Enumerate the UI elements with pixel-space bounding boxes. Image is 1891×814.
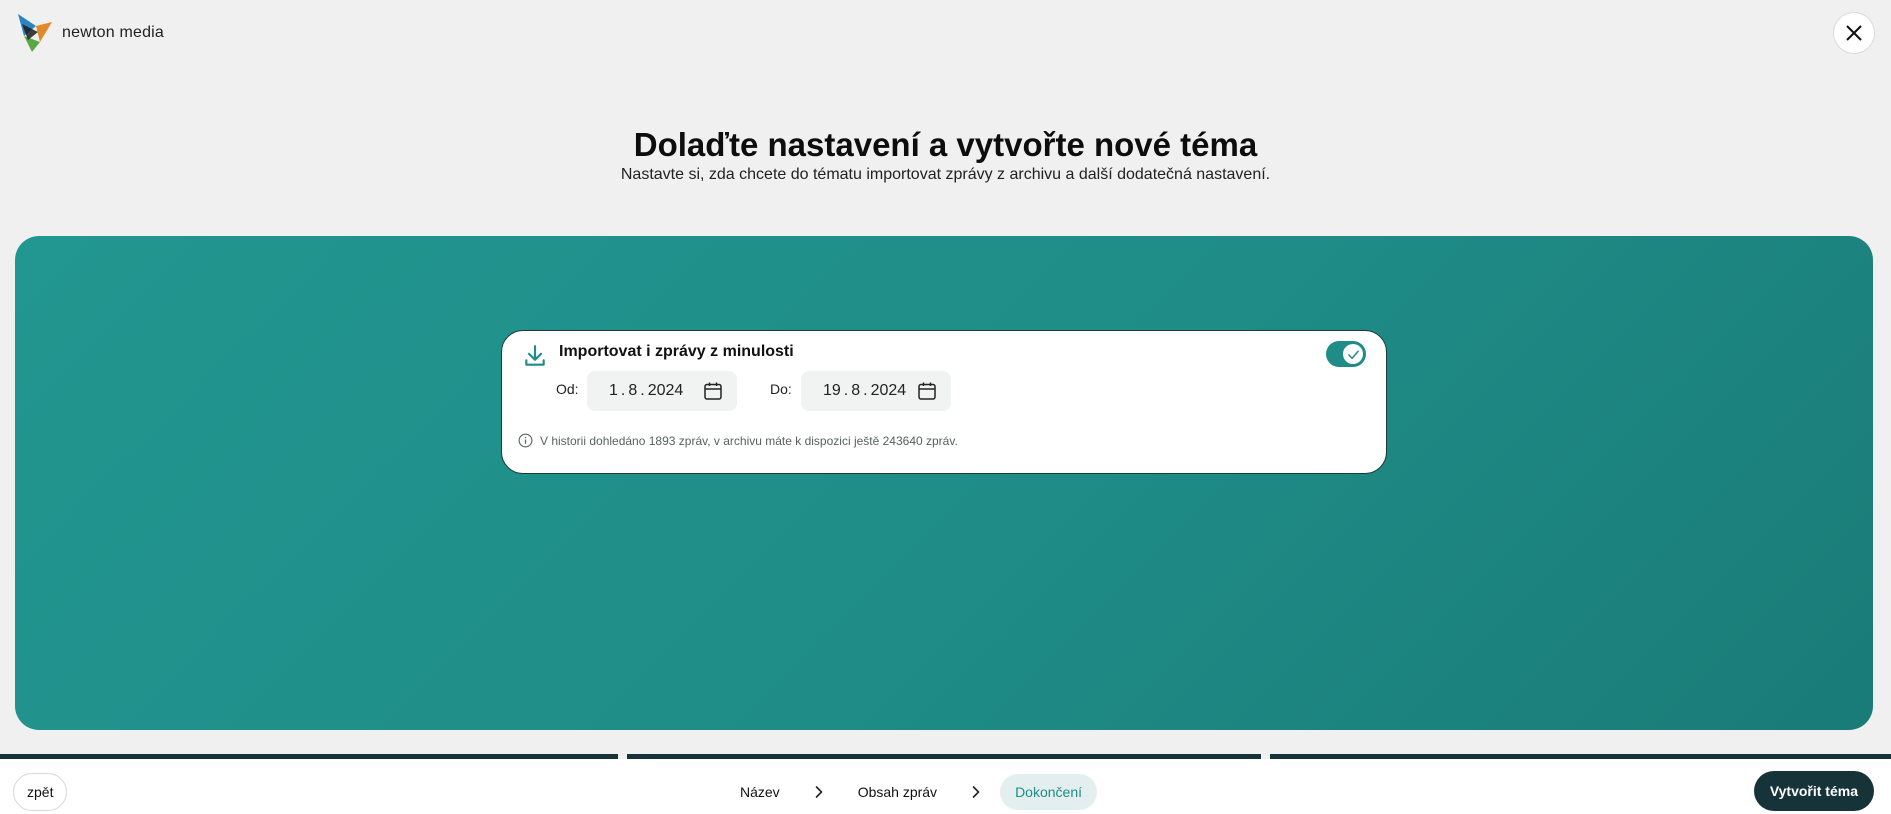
close-button[interactable] <box>1833 12 1875 54</box>
to-year[interactable]: 2024 <box>871 382 907 400</box>
import-info: V historii dohledáno 1893 zpráv, v archi… <box>518 433 958 448</box>
logo-text: newton media <box>62 24 165 41</box>
to-month[interactable]: 8 <box>851 382 860 400</box>
info-text: V historii dohledáno 1893 zpráv, v archi… <box>540 433 958 448</box>
to-date-input[interactable]: 19 . 8 . 2024 <box>801 371 951 411</box>
step-nazev[interactable]: Název <box>725 774 795 810</box>
download-icon <box>525 345 545 366</box>
from-label: Od: <box>556 381 579 397</box>
footer-bar: zpět Název Obsah zpráv Dokončení Vytvoři… <box>0 759 1891 814</box>
back-button[interactable]: zpět <box>13 773 68 811</box>
calendar-icon[interactable] <box>917 381 937 401</box>
close-icon <box>1846 25 1862 41</box>
import-title: Importovat i zprávy z minulosti <box>559 343 794 360</box>
page-subtitle: Nastavte si, zda chcete do tématu import… <box>620 166 1271 183</box>
to-label: Do: <box>770 381 792 397</box>
check-icon <box>1347 350 1359 359</box>
import-toggle[interactable] <box>1326 341 1366 367</box>
import-card: Importovat i zprávy z minulosti Od: 1 . … <box>501 330 1387 474</box>
calendar-icon[interactable] <box>703 381 723 401</box>
create-topic-button[interactable]: Vytvořit téma <box>1753 771 1874 811</box>
settings-panel: Importovat i zprávy z minulosti Od: 1 . … <box>15 236 1873 730</box>
to-day[interactable]: 19 <box>823 382 841 400</box>
step-dokonceni[interactable]: Dokončení <box>1000 774 1097 810</box>
chevron-right-icon <box>962 784 990 800</box>
page-title: Dolaďte nastavení a vytvořte nové téma <box>633 126 1258 163</box>
from-year[interactable]: 2024 <box>648 382 684 400</box>
from-date-input[interactable]: 1 . 8 . 2024 <box>587 371 737 411</box>
newton-logo-icon <box>18 14 52 52</box>
chevron-right-icon <box>805 784 833 800</box>
newton-logo[interactable]: newton media <box>14 12 164 54</box>
stepper: Název Obsah zpráv Dokončení <box>725 773 1097 811</box>
info-icon <box>518 433 533 448</box>
from-day[interactable]: 1 <box>609 382 618 400</box>
toggle-knob <box>1343 344 1363 364</box>
from-month[interactable]: 8 <box>628 382 637 400</box>
step-obsah-zprav[interactable]: Obsah zpráv <box>843 774 952 810</box>
